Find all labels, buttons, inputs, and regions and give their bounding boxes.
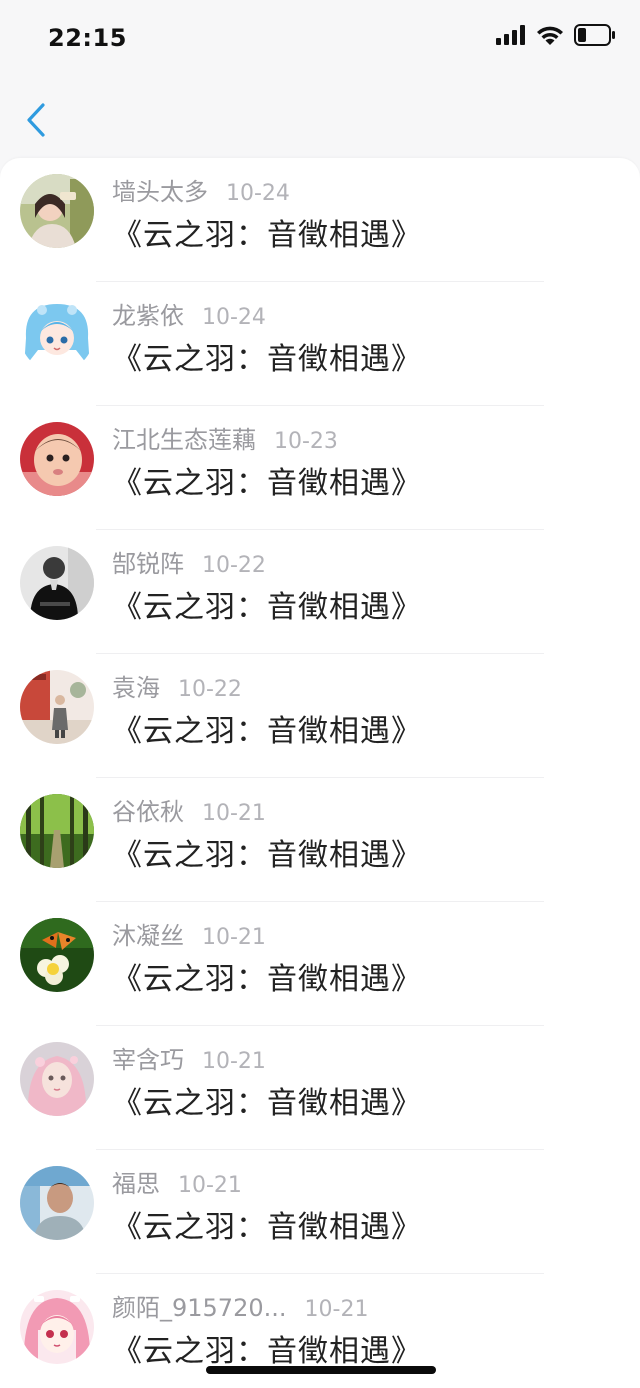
list-item[interactable]: 福思 10-21 《云之羽：音徵相遇》 bbox=[0, 1150, 640, 1274]
meta-line: 龙紫依 10-24 bbox=[112, 296, 266, 331]
post-date: 10-21 bbox=[202, 801, 266, 826]
user-name[interactable]: 颜陌_915720... bbox=[112, 1288, 287, 1323]
avatar[interactable] bbox=[20, 918, 94, 992]
meta-line: 墙头太多 10-24 bbox=[112, 172, 290, 207]
post-date: 10-22 bbox=[202, 553, 266, 578]
post-date: 10-21 bbox=[304, 1297, 369, 1322]
nav-bar bbox=[0, 80, 640, 158]
user-name[interactable]: 沐凝丝 bbox=[112, 916, 184, 951]
battery-icon bbox=[574, 24, 616, 50]
avatar[interactable] bbox=[20, 1290, 94, 1364]
list-item[interactable]: 郜锐阵 10-22 《云之羽：音徵相遇》 bbox=[0, 530, 640, 654]
list-item[interactable]: 宰含巧 10-21 《云之羽：音徵相遇》 bbox=[0, 1026, 640, 1150]
user-name[interactable]: 龙紫依 bbox=[112, 296, 184, 331]
post-title[interactable]: 《云之羽：音徵相遇》 bbox=[112, 1326, 422, 1370]
list-item[interactable]: 沐凝丝 10-21 《云之羽：音徵相遇》 bbox=[0, 902, 640, 1026]
status-bar: 22:15 bbox=[0, 0, 640, 80]
post-title[interactable]: 《云之羽：音徵相遇》 bbox=[112, 334, 422, 378]
cellular-signal-icon bbox=[496, 25, 526, 49]
avatar[interactable] bbox=[20, 670, 94, 744]
post-title[interactable]: 《云之羽：音徵相遇》 bbox=[112, 210, 422, 254]
user-name[interactable]: 郜锐阵 bbox=[112, 544, 184, 579]
post-date: 10-21 bbox=[178, 1173, 242, 1198]
list-item[interactable]: 墙头太多 10-24 《云之羽：音徵相遇》 bbox=[0, 158, 640, 282]
post-date: 10-24 bbox=[226, 181, 290, 206]
user-name[interactable]: 墙头太多 bbox=[112, 172, 208, 207]
list-item[interactable]: 谷依秋 10-21 《云之羽：音徵相遇》 bbox=[0, 778, 640, 902]
avatar[interactable] bbox=[20, 174, 94, 248]
list-item[interactable]: 龙紫依 10-24 《云之羽：音徵相遇》 bbox=[0, 282, 640, 406]
post-date: 10-21 bbox=[202, 925, 266, 950]
avatar[interactable] bbox=[20, 1042, 94, 1116]
user-name[interactable]: 福思 bbox=[112, 1164, 160, 1199]
list-item[interactable]: 袁海 10-22 《云之羽：音徵相遇》 bbox=[0, 654, 640, 778]
status-time: 22:15 bbox=[48, 24, 127, 52]
avatar[interactable] bbox=[20, 1166, 94, 1240]
screen: 22:15 墙头太多 10-24 《云之羽：音徵相遇》 龙紫依 10-24 《云… bbox=[0, 0, 640, 1388]
home-indicator[interactable] bbox=[206, 1366, 436, 1374]
meta-line: 袁海 10-22 bbox=[112, 668, 242, 703]
meta-line: 宰含巧 10-21 bbox=[112, 1040, 266, 1075]
meta-line: 福思 10-21 bbox=[112, 1164, 242, 1199]
avatar[interactable] bbox=[20, 546, 94, 620]
post-date: 10-22 bbox=[178, 677, 242, 702]
user-name[interactable]: 袁海 bbox=[112, 668, 160, 703]
avatar[interactable] bbox=[20, 422, 94, 496]
user-name[interactable]: 江北生态莲藕 bbox=[112, 420, 256, 455]
post-title[interactable]: 《云之羽：音徵相遇》 bbox=[112, 954, 422, 998]
meta-line: 江北生态莲藕 10-23 bbox=[112, 420, 338, 455]
post-title[interactable]: 《云之羽：音徵相遇》 bbox=[112, 582, 422, 626]
back-button[interactable] bbox=[16, 100, 56, 144]
post-title[interactable]: 《云之羽：音徵相遇》 bbox=[112, 1202, 422, 1246]
post-date: 10-24 bbox=[202, 305, 266, 330]
meta-line: 谷依秋 10-21 bbox=[112, 792, 266, 827]
wifi-icon bbox=[536, 25, 564, 49]
post-date: 10-21 bbox=[202, 1049, 266, 1074]
user-name[interactable]: 谷依秋 bbox=[112, 792, 184, 827]
post-title[interactable]: 《云之羽：音徵相遇》 bbox=[112, 1078, 422, 1122]
status-icons bbox=[496, 24, 616, 50]
meta-line: 郜锐阵 10-22 bbox=[112, 544, 266, 579]
post-list: 墙头太多 10-24 《云之羽：音徵相遇》 龙紫依 10-24 《云之羽：音徵相… bbox=[0, 158, 640, 1388]
meta-line: 颜陌_915720... 10-21 bbox=[112, 1288, 368, 1323]
post-date: 10-23 bbox=[274, 429, 338, 454]
list-item[interactable]: 江北生态莲藕 10-23 《云之羽：音徵相遇》 bbox=[0, 406, 640, 530]
post-title[interactable]: 《云之羽：音徵相遇》 bbox=[112, 458, 422, 502]
chevron-left-icon bbox=[26, 103, 46, 141]
post-title[interactable]: 《云之羽：音徵相遇》 bbox=[112, 830, 422, 874]
user-name[interactable]: 宰含巧 bbox=[112, 1040, 184, 1075]
post-title[interactable]: 《云之羽：音徵相遇》 bbox=[112, 706, 422, 750]
avatar[interactable] bbox=[20, 298, 94, 372]
meta-line: 沐凝丝 10-21 bbox=[112, 916, 266, 951]
avatar[interactable] bbox=[20, 794, 94, 868]
